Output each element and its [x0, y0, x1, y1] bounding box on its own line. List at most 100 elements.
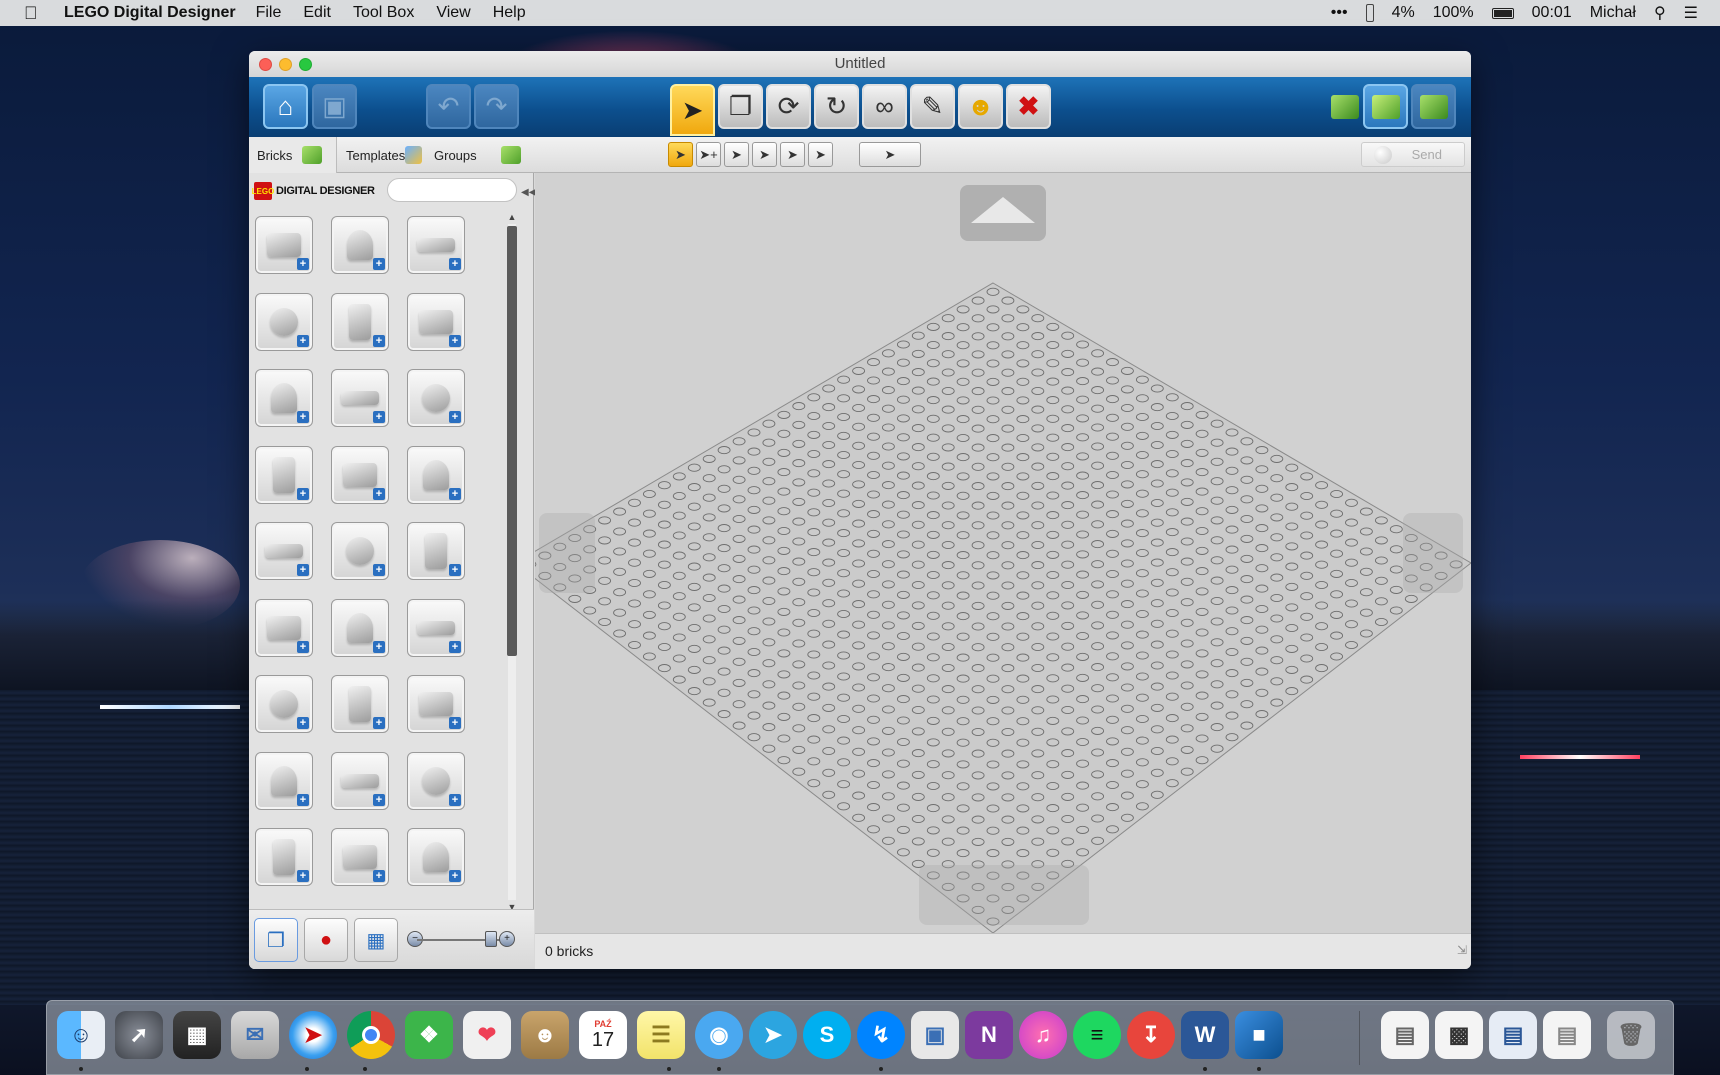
- brick-tile[interactable]: +: [255, 522, 313, 580]
- notification-center-icon[interactable]: ☰: [1684, 3, 1698, 23]
- tab-templates[interactable]: Templates: [338, 137, 422, 173]
- brick-tile[interactable]: +: [255, 598, 313, 657]
- user-menu[interactable]: Michał: [1590, 4, 1636, 22]
- color-filter-button[interactable]: ●: [304, 918, 348, 962]
- cpu-usage[interactable]: 4%: [1392, 4, 1415, 22]
- battery-percent[interactable]: 100%: [1433, 4, 1474, 22]
- brick-tile[interactable]: +: [331, 522, 389, 580]
- memory-gauge-icon[interactable]: [1365, 4, 1374, 22]
- clock[interactable]: 00:01: [1532, 4, 1572, 22]
- theme-filter-button[interactable]: ▦: [354, 918, 398, 962]
- dock-file-doc[interactable]: ▤: [1489, 1011, 1537, 1059]
- paint-tool-button[interactable]: ✎: [910, 84, 955, 129]
- brick-tile[interactable]: +: [331, 675, 389, 733]
- flex-tool-button[interactable]: ∞: [862, 84, 907, 129]
- palette-zoom-slider[interactable]: − +: [407, 931, 515, 947]
- color-select-button[interactable]: ➤: [752, 142, 777, 167]
- dock-word[interactable]: W: [1181, 1011, 1229, 1059]
- dock-transmission[interactable]: ↧: [1127, 1011, 1175, 1059]
- select-tool-button[interactable]: ➤: [670, 84, 715, 136]
- delete-tool-button[interactable]: ✖: [1006, 84, 1051, 129]
- multi-select-button[interactable]: ➤+: [696, 142, 721, 167]
- build-viewport[interactable]: [535, 173, 1471, 933]
- window-close-button[interactable]: [259, 58, 272, 71]
- brick-tile[interactable]: +: [407, 445, 465, 504]
- tab-bricks[interactable]: Bricks: [249, 137, 337, 173]
- app-name-menu[interactable]: LEGO Digital Designer: [64, 4, 236, 22]
- brick-tile[interactable]: +: [255, 828, 313, 886]
- scroll-thumb[interactable]: [507, 226, 517, 656]
- connected-select-button[interactable]: ➤: [724, 142, 749, 167]
- brick-tile[interactable]: +: [407, 751, 465, 810]
- dock-notes[interactable]: ☰: [637, 1011, 685, 1059]
- menubar-more-icon[interactable]: •••: [1331, 4, 1348, 22]
- brick-tile[interactable]: +: [407, 598, 465, 657]
- camera-left-button[interactable]: [539, 513, 595, 593]
- brick-tile[interactable]: +: [255, 751, 313, 810]
- dock-file-xmp[interactable]: ▤: [1381, 1011, 1429, 1059]
- dock-telegram[interactable]: ➤: [749, 1011, 797, 1059]
- dock-finder[interactable]: ☺: [57, 1011, 105, 1059]
- brick-tile[interactable]: +: [255, 675, 313, 733]
- brick-tile[interactable]: +: [331, 292, 389, 351]
- menu-edit[interactable]: Edit: [303, 4, 331, 22]
- undo-button[interactable]: ↶: [426, 84, 471, 129]
- menu-toolbox[interactable]: Tool Box: [353, 4, 414, 22]
- brick-tile[interactable]: +: [407, 828, 465, 886]
- tab-groups[interactable]: Groups: [426, 137, 534, 173]
- dock-onenote[interactable]: N: [965, 1011, 1013, 1059]
- dock-messages[interactable]: ◉: [695, 1011, 743, 1059]
- brick-tile[interactable]: +: [331, 751, 389, 810]
- dock-mail[interactable]: ✉: [231, 1011, 279, 1059]
- dock-pocket[interactable]: ❤: [463, 1011, 511, 1059]
- brick-tile[interactable]: +: [331, 598, 389, 657]
- battery-icon[interactable]: [1491, 7, 1514, 19]
- clone-tool-button[interactable]: ❐: [718, 84, 763, 129]
- brick-tile[interactable]: +: [255, 445, 313, 504]
- dock-chrome[interactable]: [347, 1011, 395, 1059]
- brick-tile[interactable]: +: [407, 216, 465, 274]
- brick-tile[interactable]: +: [331, 445, 389, 504]
- brick-tile[interactable]: +: [331, 216, 389, 274]
- menu-help[interactable]: Help: [493, 4, 526, 22]
- dock-contacts[interactable]: ☻: [521, 1011, 569, 1059]
- window-zoom-button[interactable]: [299, 58, 312, 71]
- window-minimize-button[interactable]: [279, 58, 292, 71]
- dock-safari[interactable]: ➤: [289, 1011, 337, 1059]
- brick-tile[interactable]: +: [331, 828, 389, 886]
- dock-feedly[interactable]: ❖: [405, 1011, 453, 1059]
- brick-tile[interactable]: +: [255, 292, 313, 351]
- brick-tile[interactable]: +: [331, 369, 389, 427]
- shape-select-button[interactable]: ➤: [780, 142, 805, 167]
- palette-scrollbar[interactable]: ▲ ▼: [505, 212, 519, 912]
- camera-right-button[interactable]: [1403, 513, 1463, 593]
- brick-search-input[interactable]: [387, 178, 517, 202]
- dock-calendar[interactable]: PAŹ 17: [579, 1011, 627, 1059]
- brick-tile[interactable]: +: [407, 292, 465, 351]
- hinge-align-tool-button[interactable]: ↻: [814, 84, 859, 129]
- home-button[interactable]: ⌂: [263, 84, 308, 129]
- brick-tile[interactable]: +: [407, 675, 465, 733]
- view-mode-button[interactable]: [1363, 84, 1408, 129]
- dock-downloads-stack[interactable]: ▤: [1543, 1011, 1591, 1059]
- zoom-in-icon[interactable]: +: [499, 931, 515, 947]
- group-button[interactable]: ➤: [859, 142, 921, 167]
- brick-tile[interactable]: +: [255, 216, 313, 274]
- zoom-thumb[interactable]: [485, 931, 497, 947]
- collapse-panel-icon[interactable]: ◀◀: [521, 187, 536, 203]
- dock-mission-control[interactable]: ▦: [173, 1011, 221, 1059]
- dock-trash[interactable]: 🗑: [1607, 1011, 1655, 1059]
- dock-itunes[interactable]: ♫: [1019, 1011, 1067, 1059]
- dock-lego-digital-designer[interactable]: ■: [1235, 1011, 1283, 1059]
- dock-messenger[interactable]: ↯: [857, 1011, 905, 1059]
- build-mode-button[interactable]: [1322, 84, 1367, 129]
- baseplate-scene[interactable]: [535, 173, 1471, 933]
- building-guide-mode-button[interactable]: [1411, 84, 1456, 129]
- brick-tile[interactable]: +: [407, 522, 465, 580]
- add-brick-view-button[interactable]: ❐: [254, 918, 298, 962]
- dock-file-image[interactable]: ▩: [1435, 1011, 1483, 1059]
- redo-button[interactable]: ↷: [474, 84, 519, 129]
- menu-file[interactable]: File: [256, 4, 282, 22]
- decorate-tool-button[interactable]: ☻: [958, 84, 1003, 129]
- dock-skype[interactable]: S: [803, 1011, 851, 1059]
